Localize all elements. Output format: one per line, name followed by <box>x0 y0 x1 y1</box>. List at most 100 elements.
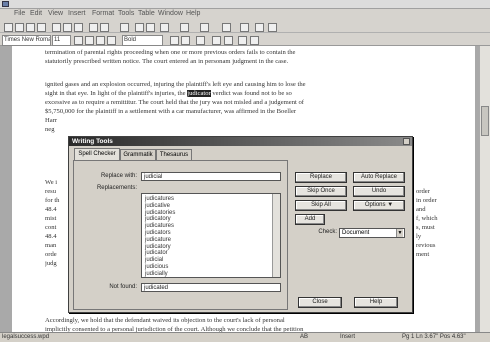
chart-icon[interactable] <box>146 23 155 32</box>
menu-bar: File Edit View Insert Format Tools Table Window… <box>0 9 490 20</box>
dropdown-arrow-icon[interactable]: ▼ <box>396 229 403 237</box>
menu-item-tools[interactable]: Tools <box>118 10 134 17</box>
doc-line: Harr <box>45 117 58 124</box>
doc-line-fragment: f, which <box>416 215 438 222</box>
skip-all-button[interactable]: Skip All <box>295 200 347 211</box>
bold-icon[interactable] <box>74 36 83 45</box>
title-bar <box>0 0 490 9</box>
replace-button[interactable]: Replace <box>295 172 347 183</box>
menu-item-edit[interactable]: Edit <box>30 10 42 17</box>
italic-icon[interactable] <box>85 36 94 45</box>
replacement-item[interactable]: judicatures <box>145 196 174 202</box>
font-size-select[interactable]: 11 <box>52 35 71 46</box>
pen-icon[interactable] <box>268 23 277 32</box>
save-icon[interactable] <box>26 23 35 32</box>
doc-line-fragment: for th <box>45 197 60 204</box>
copy-icon[interactable] <box>63 23 72 32</box>
outdent-icon[interactable] <box>181 36 190 45</box>
numbered-list-icon[interactable] <box>200 23 209 32</box>
check-scope-select[interactable]: Document ▼ <box>339 228 405 238</box>
status-filename: legalsuccess.wpd <box>2 334 50 340</box>
replacement-item[interactable]: judicators <box>145 230 171 236</box>
replacement-item[interactable]: judicator <box>145 250 168 256</box>
draw-line-icon[interactable] <box>160 23 169 32</box>
undo-button[interactable]: Undo <box>353 186 405 197</box>
new-document-icon[interactable] <box>4 23 13 32</box>
menu-item-window[interactable]: Window <box>158 10 183 17</box>
tab-spell-checker[interactable]: Spell Checker <box>74 148 120 160</box>
add-button[interactable]: Add <box>295 214 325 225</box>
align-icon[interactable] <box>107 36 116 45</box>
vertical-scrollbar[interactable] <box>479 46 490 332</box>
columns-icon[interactable] <box>222 23 231 32</box>
replacements-list[interactable]: judicatures judicative judicatories judicat… <box>141 193 281 278</box>
insert-box-icon[interactable] <box>240 23 249 32</box>
replace-with-input[interactable]: judicial <box>141 172 281 181</box>
replace-with-label: Replace with: <box>100 173 137 179</box>
tab-thesaurus[interactable]: Thesaurus <box>156 149 192 160</box>
spacing-icon[interactable] <box>196 36 205 45</box>
doc-line: excessive as to require a remittitur. Th… <box>45 99 304 106</box>
bullet-list-icon[interactable] <box>180 23 189 32</box>
highlight-icon[interactable] <box>212 36 221 45</box>
menu-item-help[interactable]: Help <box>186 10 200 17</box>
skip-once-button[interactable]: Skip Once <box>295 186 347 197</box>
doc-line-fragment: ment <box>416 251 430 258</box>
zoom-icon[interactable] <box>120 23 129 32</box>
doc-text: verdict was found not to be so <box>210 90 292 97</box>
menu-item-format[interactable]: Format <box>92 10 114 17</box>
replacement-item[interactable]: judicatures <box>145 223 174 229</box>
misspelled-word-highlight[interactable]: judicator <box>187 90 211 97</box>
doc-line: implicitly consented to a personal juris… <box>45 326 304 332</box>
style-select[interactable]: Bold <box>122 35 163 46</box>
close-button[interactable]: Close <box>298 297 342 308</box>
menu-item-insert[interactable]: Insert <box>68 10 86 17</box>
help-button[interactable]: Help <box>354 297 398 308</box>
replacement-item[interactable]: judicially <box>145 271 168 277</box>
redo-icon[interactable] <box>100 23 109 32</box>
menu-item-file[interactable]: File <box>14 10 25 17</box>
replacement-item[interactable]: judicatory <box>145 216 171 222</box>
options-button[interactable]: Options ▼ <box>353 200 405 211</box>
replacement-item[interactable]: judicature <box>145 237 171 243</box>
undo-icon[interactable] <box>89 23 98 32</box>
tab-grammatik[interactable]: Grammatik <box>120 149 156 160</box>
replacement-item[interactable]: judicious <box>145 264 168 270</box>
grid-icon[interactable] <box>250 36 259 45</box>
cut-icon[interactable] <box>52 23 61 32</box>
close-icon[interactable] <box>403 138 410 145</box>
doc-line: termination of parental rights proceedin… <box>45 49 296 56</box>
doc-line-fragment: orde <box>45 251 57 258</box>
underline-icon[interactable] <box>96 36 105 45</box>
image-icon[interactable] <box>255 23 264 32</box>
check-scope-value: Document <box>342 230 370 236</box>
status-keyboard[interactable]: AB <box>300 334 308 340</box>
menu-item-table[interactable]: Table <box>138 10 155 17</box>
writing-tools-dialog: Writing Tools Spell Checker Grammatik Th… <box>68 136 413 313</box>
not-found-input[interactable]: judicated <box>141 283 281 292</box>
replacement-item[interactable]: judicative <box>145 203 170 209</box>
doc-line: $5,750,000 for the plaintiff in a settle… <box>45 108 297 115</box>
print-icon[interactable] <box>37 23 46 32</box>
scroll-thumb[interactable] <box>481 106 489 136</box>
indent-icon[interactable] <box>170 36 179 45</box>
symbol-icon[interactable] <box>238 36 247 45</box>
table-icon[interactable] <box>135 23 144 32</box>
status-insert-mode[interactable]: Insert <box>340 334 355 340</box>
font-color-icon[interactable] <box>224 36 233 45</box>
doc-line-fragment: man <box>45 242 57 249</box>
font-select[interactable]: Times New Roman <box>2 35 51 46</box>
open-folder-icon[interactable] <box>15 23 24 32</box>
auto-replace-button[interactable]: Auto Replace <box>353 172 405 183</box>
replacement-item[interactable]: judicatories <box>145 210 175 216</box>
replacement-item[interactable]: judicatory <box>145 244 171 250</box>
menu-item-view[interactable]: View <box>48 10 63 17</box>
main-toolbar <box>0 20 490 33</box>
doc-line: statutorily prescribed written notice. T… <box>45 58 289 65</box>
list-scrollbar[interactable] <box>272 194 280 277</box>
doc-line-fragment: ly <box>416 233 422 240</box>
paste-icon[interactable] <box>74 23 83 32</box>
replacement-item[interactable]: judicial <box>145 257 163 263</box>
doc-line-fragment: and <box>416 206 426 213</box>
doc-line-fragment: 48.4 <box>45 233 57 240</box>
